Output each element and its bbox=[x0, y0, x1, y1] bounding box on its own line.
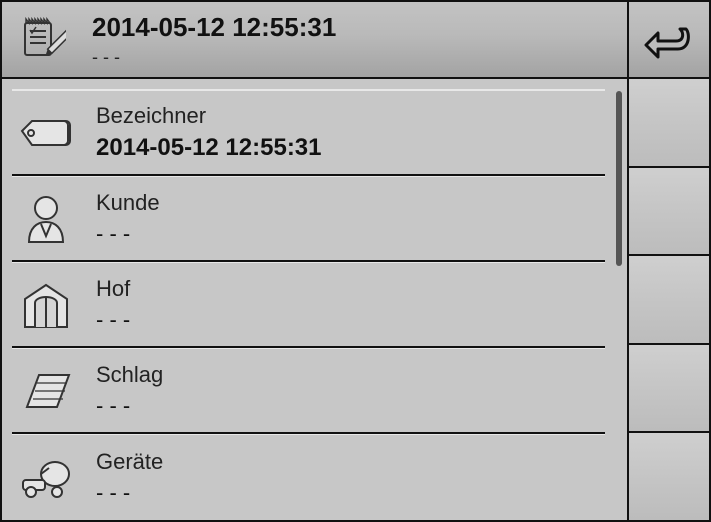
row-value: - - - bbox=[96, 392, 163, 421]
row-value: 2014-05-12 12:55:31 bbox=[96, 132, 322, 163]
row-text: Geräte - - - bbox=[96, 448, 163, 507]
list-container: Bezeichner 2014-05-12 12:55:31 Kunde bbox=[2, 79, 615, 520]
header-bar: 2014-05-12 12:55:31 - - - bbox=[2, 2, 709, 79]
body: Bezeichner 2014-05-12 12:55:31 Kunde bbox=[2, 79, 709, 520]
tag-icon bbox=[18, 105, 74, 161]
header-subtitle: - - - bbox=[92, 46, 336, 69]
row-hof[interactable]: Hof - - - bbox=[12, 262, 605, 348]
field-icon bbox=[18, 363, 74, 419]
scrollbar-thumb[interactable] bbox=[616, 91, 622, 266]
row-label: Geräte bbox=[96, 448, 163, 477]
right-rail bbox=[627, 79, 709, 520]
list: Bezeichner 2014-05-12 12:55:31 Kunde bbox=[12, 89, 605, 520]
row-schlag[interactable]: Schlag - - - bbox=[12, 348, 605, 434]
header-left: 2014-05-12 12:55:31 - - - bbox=[2, 2, 627, 77]
row-label: Kunde bbox=[96, 189, 160, 218]
row-label: Bezeichner bbox=[96, 102, 322, 131]
task-edit-icon bbox=[18, 15, 68, 65]
back-button[interactable] bbox=[627, 2, 709, 77]
row-label: Hof bbox=[96, 275, 130, 304]
row-value: - - - bbox=[96, 306, 130, 335]
machine-icon bbox=[18, 450, 74, 506]
header-title: 2014-05-12 12:55:31 bbox=[92, 11, 336, 44]
rail-slot-1[interactable] bbox=[629, 79, 709, 168]
rail-slot-2[interactable] bbox=[629, 168, 709, 257]
row-text: Bezeichner 2014-05-12 12:55:31 bbox=[96, 102, 322, 164]
barn-icon bbox=[18, 277, 74, 333]
row-text: Hof - - - bbox=[96, 275, 130, 334]
row-geraete[interactable]: Geräte - - - bbox=[12, 434, 605, 520]
screen: 2014-05-12 12:55:31 - - - bbox=[0, 0, 711, 522]
rail-slot-3[interactable] bbox=[629, 256, 709, 345]
row-kunde[interactable]: Kunde - - - bbox=[12, 176, 605, 262]
person-icon bbox=[18, 191, 74, 247]
row-value: - - - bbox=[96, 220, 160, 249]
row-label: Schlag bbox=[96, 361, 163, 390]
row-text: Schlag - - - bbox=[96, 361, 163, 420]
row-value: - - - bbox=[96, 479, 163, 508]
rail-slot-5[interactable] bbox=[629, 433, 709, 520]
row-bezeichner[interactable]: Bezeichner 2014-05-12 12:55:31 bbox=[12, 90, 605, 176]
header-text: 2014-05-12 12:55:31 - - - bbox=[92, 11, 336, 68]
back-icon bbox=[644, 19, 694, 61]
row-text: Kunde - - - bbox=[96, 189, 160, 248]
rail-slot-4[interactable] bbox=[629, 345, 709, 434]
scrollbar[interactable] bbox=[615, 91, 625, 508]
